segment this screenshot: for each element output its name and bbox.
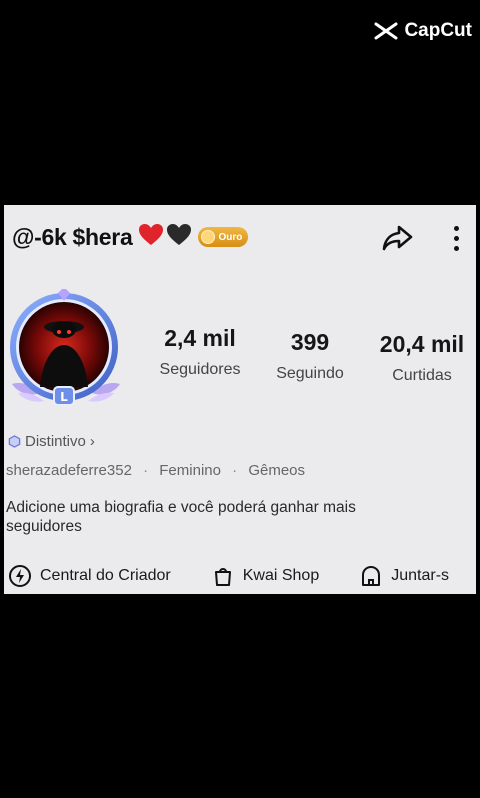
shopping-bag-icon <box>214 568 231 586</box>
rank-badge-label: Ouro <box>218 231 243 243</box>
lightning-circle-icon <box>9 565 31 587</box>
kwai-shop-label: Kwai Shop <box>242 567 320 584</box>
following-count: 399 <box>290 329 330 355</box>
dot-icon <box>453 225 459 231</box>
chevron-right-icon: › <box>89 433 95 450</box>
capcut-watermark: CapCut <box>374 20 472 42</box>
house-icon <box>362 566 381 586</box>
hexagon-badge-icon <box>8 435 21 448</box>
profile-handle: sherazadeferre352 <box>6 462 132 479</box>
capcut-logo-icon <box>374 22 398 40</box>
svg-text:L: L <box>60 390 68 404</box>
more-options-button[interactable] <box>446 221 466 255</box>
profile-header: @-6k $hera Ouro <box>12 215 466 259</box>
watermark-text: CapCut <box>404 20 472 41</box>
likes-count: 20,4 mil <box>379 331 465 357</box>
join-label: Juntar-s <box>391 567 450 584</box>
likes-label: Curtidas <box>392 367 452 384</box>
following-stat[interactable]: 399 Seguindo <box>270 329 350 383</box>
badge-link-label: Distintivo <box>25 433 86 450</box>
badge-link[interactable]: Distintivo › <box>8 433 95 450</box>
video-frame: CapCut @-6k $hera Ouro L 2,4 mil Seguido… <box>0 0 480 798</box>
following-label: Seguindo <box>276 365 344 382</box>
followers-stat[interactable]: 2,4 mil Seguidores <box>152 325 248 379</box>
gold-coin-icon <box>201 230 216 244</box>
creator-center-label: Central do Criador <box>40 567 171 584</box>
black-heart-icon <box>166 223 192 252</box>
separator-dot: · <box>143 462 149 479</box>
profile-gender: Feminino <box>159 462 221 479</box>
creator-center-button[interactable]: Central do Criador <box>8 564 171 588</box>
followers-count: 2,4 mil <box>164 325 236 351</box>
red-heart-icon <box>138 223 164 252</box>
profile-bio[interactable]: Adicione uma biografia e você poderá gan… <box>6 498 416 536</box>
share-button[interactable] <box>380 221 414 255</box>
profile-actions: Central do Criador Kwai Shop Juntar-s <box>8 561 476 591</box>
profile-panel: @-6k $hera Ouro L 2,4 mil Seguidores 399… <box>4 205 476 594</box>
dot-icon <box>453 245 459 251</box>
rank-badge[interactable]: Ouro <box>198 227 249 247</box>
followers-label: Seguidores <box>159 361 241 378</box>
profile-stats: 2,4 mil Seguidores 399 Seguindo 20,4 mil… <box>152 325 470 395</box>
profile-meta: sherazadeferre352 · Feminino · Gêmeos <box>6 462 476 479</box>
join-button[interactable]: Juntar-s <box>359 564 449 588</box>
profile-zodiac: Gêmeos <box>248 462 306 479</box>
separator-dot: · <box>232 462 238 479</box>
share-arrow-icon <box>382 225 413 251</box>
avatar[interactable]: L <box>6 287 126 414</box>
profile-username: @-6k $hera <box>12 223 133 250</box>
kwai-shop-button[interactable]: Kwai Shop <box>211 564 320 588</box>
dot-icon <box>453 235 459 241</box>
likes-stat[interactable]: 20,4 mil Curtidas <box>372 331 472 385</box>
